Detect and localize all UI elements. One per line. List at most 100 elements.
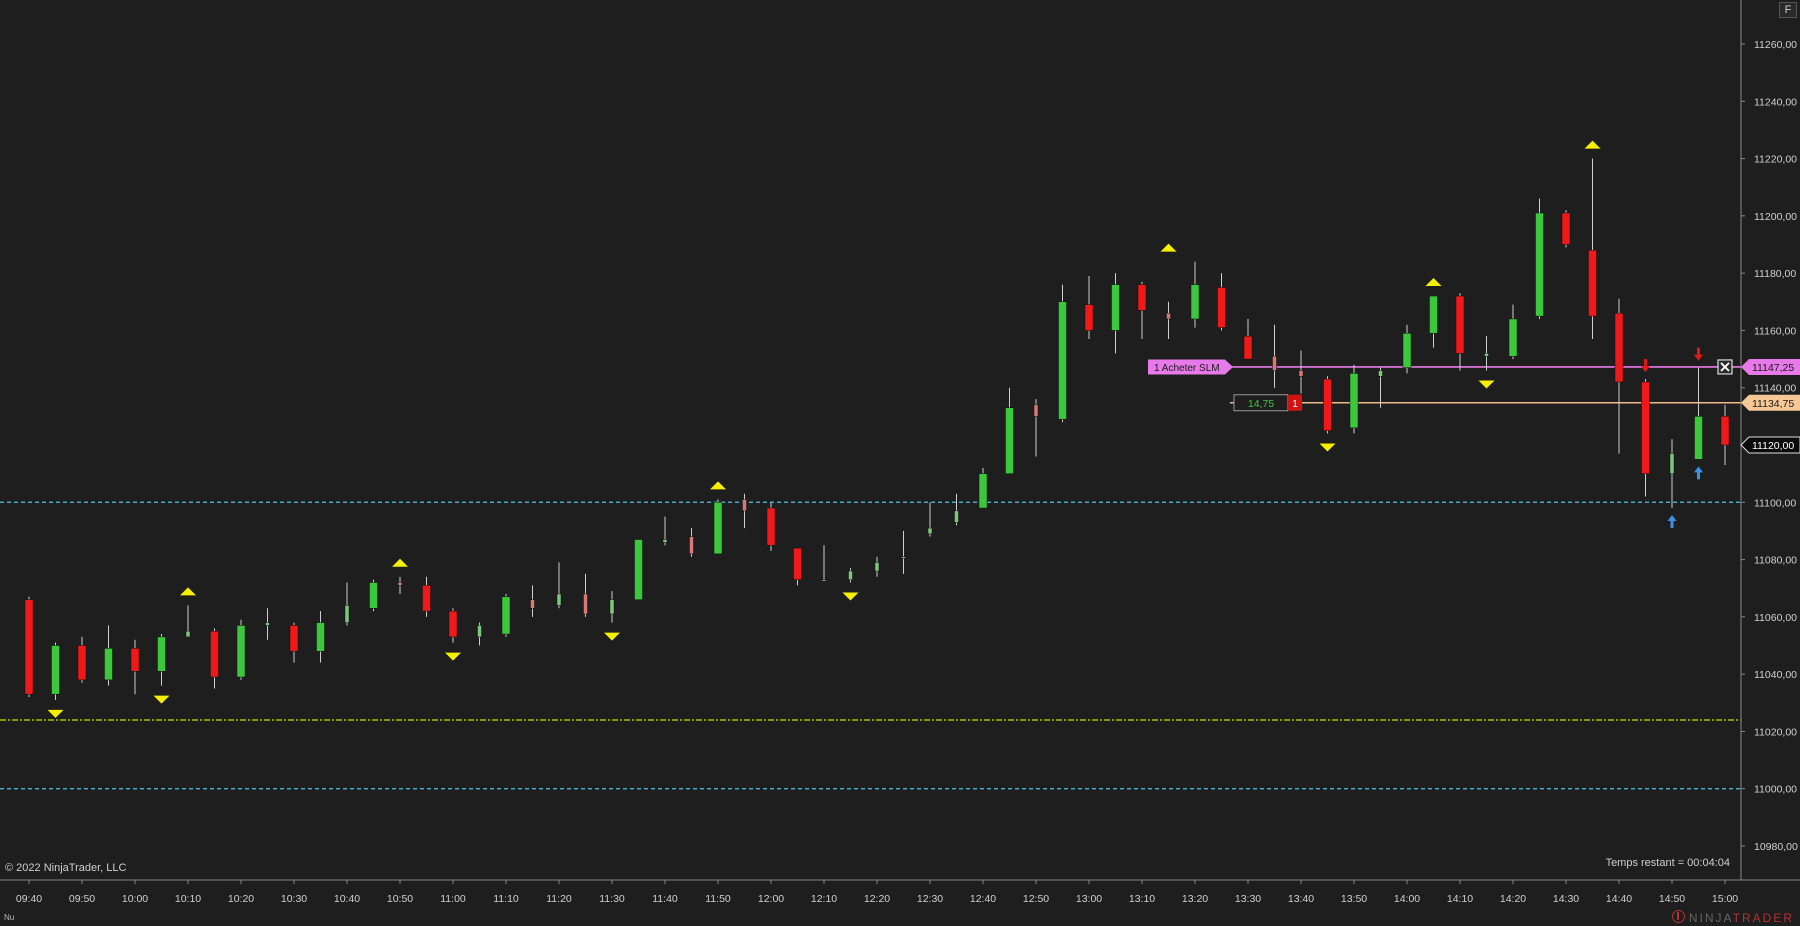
candle-body — [1166, 312, 1171, 320]
candle-body — [369, 582, 378, 609]
candle-body — [1535, 212, 1544, 317]
candle-body — [556, 593, 562, 606]
time-tick-label: 13:00 — [1076, 893, 1102, 905]
signal-arrow-up-icon — [1694, 466, 1703, 480]
candle-body — [422, 585, 431, 612]
candle-body — [1720, 416, 1730, 446]
candle-body — [477, 625, 482, 638]
time-tick-label: 10:20 — [228, 893, 254, 905]
time-tick-label: 12:50 — [1023, 893, 1049, 905]
swing-down-marker — [1319, 443, 1336, 452]
copyright-text: © 2022 NinjaTrader, LLC — [5, 862, 127, 874]
swing-down-marker — [842, 592, 859, 601]
price-tick-label: 11000,00 — [1754, 784, 1797, 796]
candle-body — [236, 625, 246, 678]
swing-down-marker — [153, 695, 170, 704]
candle-body — [77, 645, 87, 681]
time-tick-label: 11:10 — [493, 893, 519, 905]
swing-down-marker — [1478, 380, 1495, 389]
candle-body — [1084, 304, 1094, 331]
candle-body — [1669, 453, 1675, 474]
candle-body — [927, 527, 933, 535]
candle-body — [24, 599, 34, 695]
price-tick-label: 11260,00 — [1754, 39, 1797, 51]
order-label[interactable]: 1 Acheter SLM — [1154, 363, 1220, 374]
candle-body — [1298, 370, 1304, 377]
price-tick-label: 11040,00 — [1754, 669, 1797, 681]
price-tick-label: 11100,00 — [1754, 497, 1796, 509]
price-tick-label: 11240,00 — [1754, 96, 1797, 108]
axes-layer: 11260,00 11240,00 11220,00 11200,00 11180,00… — [0, 0, 1800, 905]
candle-body — [1429, 295, 1438, 334]
candle-body — [1349, 373, 1359, 429]
time-tick-label: 13:50 — [1341, 893, 1367, 905]
candle-body — [1455, 295, 1465, 354]
position-qty: 1 — [1292, 399, 1298, 410]
candles-layer — [24, 158, 1730, 700]
brand-part2: TRADER — [1732, 911, 1794, 925]
candle-body — [1402, 333, 1412, 368]
swing-up-marker — [392, 558, 408, 567]
candle-body — [1272, 355, 1277, 371]
candle-body — [1641, 381, 1650, 474]
candle-body — [1614, 312, 1624, 383]
corner-button[interactable]: F — [1779, 2, 1797, 18]
time-tick-label: 14:30 — [1553, 893, 1579, 905]
price-tick-label: 10980,00 — [1754, 841, 1798, 853]
candle-body — [530, 599, 535, 609]
candle-body — [1005, 407, 1014, 474]
candle-body — [1508, 318, 1518, 357]
candle-body — [1217, 287, 1226, 328]
time-tick-label: 11:40 — [652, 893, 678, 905]
ninjatrader-logo-icon — [1671, 910, 1685, 923]
candle-body — [848, 570, 853, 580]
candle-body — [1190, 284, 1200, 320]
candle-body — [1137, 284, 1147, 311]
time-tick-label: 10:00 — [122, 893, 148, 905]
candle-body — [1484, 353, 1489, 357]
time-tick-label: 12:20 — [864, 893, 890, 905]
candle-body — [742, 499, 747, 512]
candle-body — [1058, 301, 1067, 420]
time-tick-label: 11:30 — [599, 893, 625, 905]
candle-body — [901, 556, 906, 559]
chart-canvas[interactable]: 11260,00 11240,00 11220,00 11200,00 11180,00… — [0, 0, 1800, 926]
time-tick-label: 10:10 — [175, 893, 201, 905]
swing-down-marker — [47, 709, 64, 718]
time-tick-label: 13:40 — [1288, 893, 1314, 905]
candle-body — [821, 579, 827, 582]
swing-up-marker — [1160, 243, 1177, 252]
candle-body — [954, 510, 959, 523]
price-tick-label: 11160,00 — [1754, 325, 1796, 337]
price-tick-label: 11060,00 — [1754, 612, 1797, 624]
candle-body — [1694, 416, 1703, 460]
swing-down-marker — [604, 632, 620, 641]
candle-body — [210, 630, 219, 678]
brand-part1: NINJA — [1688, 911, 1733, 925]
time-tick-label: 11:50 — [705, 893, 731, 905]
time-tick-label: 13:30 — [1235, 893, 1261, 905]
candle-body — [316, 622, 325, 652]
time-tick-label: 09:50 — [69, 893, 95, 905]
candle-body — [1243, 335, 1253, 360]
candle-body — [609, 599, 615, 615]
candle-body — [793, 547, 802, 580]
candle-body — [130, 648, 140, 672]
candle-body — [157, 636, 166, 672]
ninjatrader-logo: NINJATRADER — [1671, 910, 1794, 925]
time-tick-label: 10:50 — [387, 893, 413, 905]
candle-body — [766, 507, 776, 546]
time-tick-label: 13:20 — [1182, 893, 1208, 905]
candle-body — [874, 562, 880, 572]
candle-body — [185, 630, 191, 638]
candle-body — [448, 610, 458, 638]
time-tick-label: 09:40 — [16, 893, 42, 905]
time-tick-label: 14:20 — [1500, 893, 1526, 905]
signal-arrow-down-icon — [1641, 359, 1650, 373]
time-tick-label: 14:50 — [1659, 893, 1685, 905]
time-tick-label: 11:20 — [546, 893, 572, 905]
position-pnl: 14,75 — [1248, 398, 1274, 410]
candle-body — [689, 536, 694, 555]
swing-up-marker — [180, 587, 196, 596]
candle-body — [1588, 249, 1597, 317]
